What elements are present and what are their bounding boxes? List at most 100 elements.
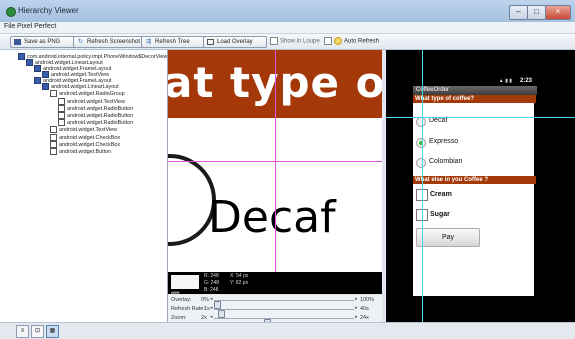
radio-expresso-label: Expresso — [429, 138, 459, 145]
save-png-label: Save as PNG — [24, 39, 61, 45]
controls-panel: Overlay: 0% ◂ ▸ 100% Refresh Rate: 1s ◂ … — [168, 295, 382, 327]
pay-button[interactable]: Pay — [416, 228, 480, 247]
show-in-loupe-box — [270, 37, 278, 45]
guide-vertical — [422, 50, 423, 322]
tree-node-icon — [50, 148, 57, 155]
pixel-g: G: 248 — [204, 280, 220, 286]
show-in-loupe-label: Show in Loupe — [280, 38, 320, 45]
app-icon — [6, 7, 16, 17]
auto-refresh-icon — [334, 37, 342, 45]
tree-node-icon — [58, 119, 65, 126]
view-tree-panel[interactable]: com.android.internal.policy.impl.PhoneWi… — [0, 50, 168, 322]
app-title: CoffeeOrder — [413, 86, 537, 95]
status-time: 2:23 — [519, 78, 532, 84]
radio-colombian[interactable] — [416, 158, 426, 168]
refresh-rate-label: Refresh Rate: — [171, 306, 205, 312]
refresh-rate-slider[interactable] — [214, 309, 354, 318]
pixel-x: X: 54 px — [230, 273, 249, 279]
auto-refresh-checkbox[interactable]: Auto Refresh — [324, 37, 379, 45]
toolbar: Save as PNG ↻ Refresh Screenshot ⇶ Refre… — [0, 34, 575, 50]
checkbox-sugar-label: Sugar — [430, 211, 450, 218]
radio-expresso[interactable] — [416, 138, 426, 148]
overlay-icon — [207, 39, 214, 45]
tree-node-icon — [42, 83, 49, 90]
tree-node[interactable]: android.widget.LinearLayout — [42, 83, 119, 90]
overlay-value: 0% — [201, 297, 209, 303]
tree-node-icon — [50, 126, 57, 133]
refresh-increase-icon[interactable]: ▸ — [355, 305, 358, 311]
tree-node[interactable]: android.widget.CheckBox — [50, 134, 120, 141]
tree-node[interactable]: android.widget.RadioButton — [58, 112, 133, 119]
zoom-decrease-icon[interactable]: ◂ — [210, 314, 213, 320]
tree-node[interactable]: android.widget.RadioButton — [58, 105, 133, 112]
minimize-button[interactable]: – — [509, 5, 528, 20]
status-bar: ▲ ▮ ▮ 2:23 — [413, 78, 534, 86]
guide-horizontal — [386, 117, 575, 118]
tree-icon: ⇶ — [145, 39, 152, 45]
floppy-icon — [14, 39, 21, 45]
overlay-label: Overlay: — [171, 297, 192, 303]
pixel-r: R: 248 — [204, 273, 219, 279]
window-title: Hierarchy Viewer — [18, 6, 79, 15]
show-in-loupe-checkbox[interactable]: Show in Loupe — [270, 37, 320, 45]
tree-node-icon — [18, 53, 25, 60]
color-swatch — [171, 275, 199, 289]
overlay-slider[interactable] — [214, 300, 354, 309]
tree-node-label: android.widget.TextView — [59, 126, 118, 133]
save-png-button[interactable]: Save as PNG — [10, 36, 80, 48]
radio-decaf[interactable] — [416, 117, 426, 127]
status-icons: ▲ ▮ ▮ — [498, 78, 512, 84]
menu-pixel-perfect[interactable]: Pixel Perfect — [17, 23, 56, 30]
tree-node[interactable]: android.widget.CheckBox — [50, 141, 120, 148]
grid-icon[interactable]: ▦ — [46, 325, 59, 338]
zoom-value: 2x — [201, 315, 207, 321]
zoom-label: Zoom: — [171, 315, 187, 321]
tree-node-icon — [58, 112, 65, 119]
zoom-slider[interactable] — [214, 318, 354, 327]
tree-node-icon — [58, 105, 65, 112]
section-extras: What else in you Coffee ? — [413, 176, 536, 184]
tree-node[interactable]: android.widget.RadioGroup — [50, 90, 125, 97]
load-overlay-button[interactable]: Load Overlay — [203, 36, 267, 48]
refresh-decrease-icon[interactable]: ◂ — [210, 305, 213, 311]
tree-node[interactable]: android.widget.Button — [50, 148, 111, 155]
refresh-icon: ↻ — [77, 39, 84, 45]
tree-view-icon[interactable]: ≡ — [16, 325, 29, 338]
overlay-max: 100% — [360, 297, 375, 303]
loupe-body-text: Decaf — [208, 192, 336, 243]
device-preview-panel[interactable]: ▲ ▮ ▮ 2:23 CoffeeOrder What type of coff… — [386, 50, 575, 322]
radio-colombian-label: Colombian — [429, 158, 463, 165]
refresh-rate-row: Refresh Rate: 1s ◂ ▸ 40s — [168, 305, 382, 318]
pixel-b: B: 248 — [204, 287, 219, 293]
overlay-decrease-icon[interactable]: ◂ — [210, 296, 213, 302]
tree-node-icon — [34, 77, 41, 84]
close-button[interactable]: × — [545, 5, 571, 20]
radio-decaf-label: Decaf — [429, 117, 448, 124]
menu-file[interactable]: File — [4, 23, 15, 30]
refresh-tree-label: Refresh Tree — [155, 39, 190, 45]
title-bar: Hierarchy Viewer – □ × — [0, 0, 575, 22]
refresh-rate-max: 40s — [360, 306, 369, 312]
refresh-screenshot-label: Refresh Screenshot — [87, 39, 141, 45]
refresh-tree-button[interactable]: ⇶ Refresh Tree — [141, 36, 209, 48]
section-coffee-type: What type of coffee? — [413, 95, 536, 103]
tree-node[interactable]: android.widget.TextView — [58, 98, 125, 105]
tree-node[interactable]: android.widget.RadioButton — [58, 119, 133, 126]
loupe-panel[interactable]: at type of Decaf — [168, 50, 382, 272]
tree-node-icon — [50, 141, 57, 148]
tree-node-icon — [26, 59, 33, 66]
tree-node-label: android.widget.Button — [59, 148, 112, 155]
tree-node-icon — [34, 65, 41, 72]
load-overlay-label: Load Overlay — [217, 39, 253, 45]
pixel-y: Y: 82 px — [230, 280, 249, 286]
zoom-increase-icon[interactable]: ▸ — [355, 314, 358, 320]
pixel-perfect-icon[interactable]: ⊡ — [31, 325, 44, 338]
crosshair-horizontal — [168, 161, 382, 162]
tree-node-icon — [58, 98, 65, 105]
menu-bar: File Pixel Perfect — [0, 22, 575, 34]
maximize-button[interactable]: □ — [527, 5, 546, 20]
overlay-increase-icon[interactable]: ▸ — [355, 296, 358, 302]
tree-node[interactable]: android.widget.TextView — [50, 126, 117, 133]
overlay-row: Overlay: 0% ◂ ▸ 100% — [168, 296, 382, 309]
refresh-screenshot-button[interactable]: ↻ Refresh Screenshot — [73, 36, 149, 48]
